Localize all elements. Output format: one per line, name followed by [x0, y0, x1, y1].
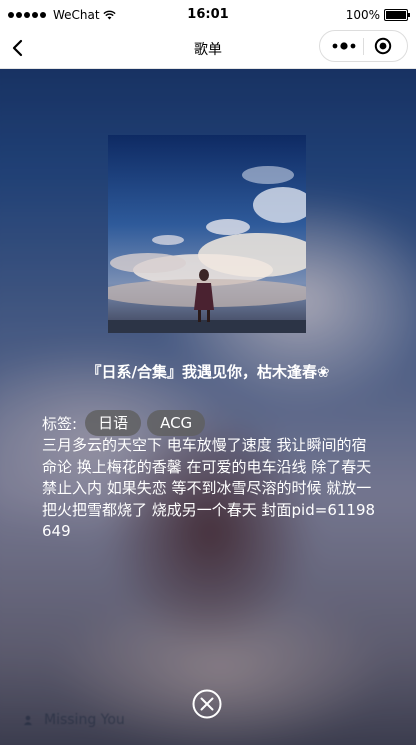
- tag-chip[interactable]: 日语: [85, 410, 142, 436]
- miniprogram-close-icon[interactable]: [374, 37, 392, 55]
- background-song-item: Missing You: [24, 712, 125, 728]
- navigation-bar: 歌单: [0, 30, 416, 69]
- tags-label: 标签:: [42, 414, 78, 433]
- person-icon: [24, 715, 32, 725]
- miniprogram-capsule: [319, 30, 408, 62]
- background-song-title: Missing You: [44, 712, 125, 728]
- battery-group: 100%: [345, 8, 410, 22]
- playlist-detail-screen: Missing You WeChat 16:01 100% 歌单 『日系/合集』…: [0, 0, 416, 745]
- battery-icon: [384, 9, 410, 21]
- capsule-divider: [363, 38, 364, 55]
- status-bar: WeChat 16:01 100%: [0, 0, 416, 30]
- battery-percent: 100%: [345, 8, 380, 22]
- playlist-cover-image: [108, 135, 306, 333]
- playlist-description: 三月多云的天空下 电车放慢了速度 我让瞬间的宿命论 换上梅花的香馨 在可爱的电车…: [42, 436, 376, 540]
- tags-row: 标签: 日语 ACG: [42, 410, 206, 436]
- close-circle-icon[interactable]: [192, 689, 222, 719]
- more-dots-icon[interactable]: [330, 39, 360, 53]
- tag-chip[interactable]: ACG: [147, 410, 206, 436]
- playlist-title: 『日系/合集』我遇见你，枯木逢春❀: [86, 363, 330, 381]
